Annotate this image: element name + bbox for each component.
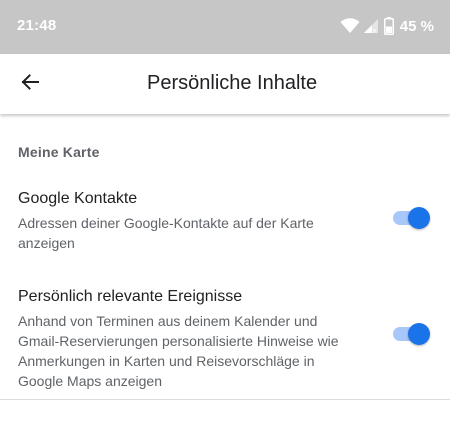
status-time: 21:48: [17, 17, 57, 34]
setting-google-contacts[interactable]: Google Kontakte Adressen deiner Google-K…: [0, 184, 450, 260]
svg-text:x: x: [372, 27, 376, 34]
setting-title: Persönlich relevante Ereignisse: [18, 288, 243, 305]
back-button[interactable]: [12, 66, 48, 102]
wifi-icon: [340, 18, 360, 34]
setting-description: Anhand von Terminen aus deinem Kalender …: [18, 313, 339, 389]
toggle-thumb: [408, 323, 430, 345]
battery-percentage: 45 %: [399, 17, 434, 35]
google-contacts-toggle[interactable]: [391, 206, 431, 230]
page-title: Persönliche Inhalte: [147, 72, 318, 94]
setting-relevant-events[interactable]: Persönlich relevante Ereignisse Anhand v…: [0, 282, 450, 392]
status-icons: x 45 %: [340, 15, 434, 37]
section-header: Meine Karte: [18, 144, 100, 160]
signal-icon: x: [363, 18, 379, 34]
battery-icon: [383, 17, 394, 35]
status-bar: 21:48 x 45 %: [0, 0, 450, 54]
app-bar: Persönliche Inhalte: [0, 54, 450, 114]
arrow-back-icon: [20, 72, 40, 97]
divider: [0, 399, 450, 400]
setting-title: Google Kontakte: [18, 190, 138, 207]
relevant-events-toggle[interactable]: [391, 322, 431, 346]
setting-description: Adressen deiner Google-Kontakte auf der …: [18, 215, 314, 251]
toggle-thumb: [408, 207, 430, 229]
